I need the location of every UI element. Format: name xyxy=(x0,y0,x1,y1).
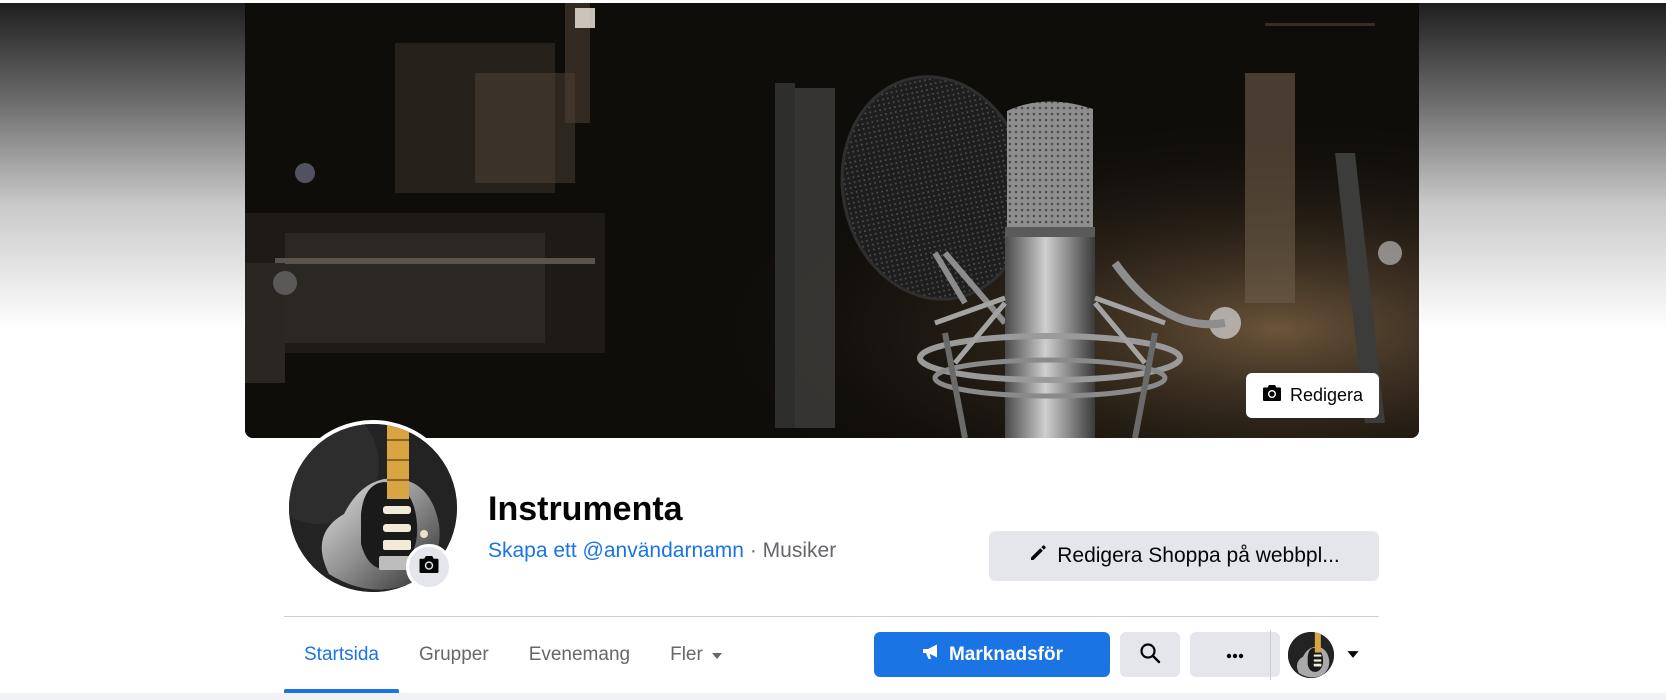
ellipsis-icon xyxy=(1226,647,1244,662)
edit-cover-label: Redigera xyxy=(1289,385,1364,405)
camera-icon xyxy=(1262,384,1282,407)
tab-fler[interactable]: Fler xyxy=(650,617,743,693)
edit-shop-website-label: Redigera Shoppa på webbpl... xyxy=(1057,544,1340,567)
switch-profile-button[interactable] xyxy=(1288,630,1368,680)
edit-shop-website-button[interactable]: Redigera Shoppa på webbpl... xyxy=(989,531,1379,581)
toolbar-separator xyxy=(1270,630,1271,680)
profile-mini-avatar xyxy=(1288,632,1334,678)
caret-down-icon xyxy=(1346,646,1360,664)
megaphone-icon xyxy=(921,643,941,667)
page-title: Instrumenta xyxy=(488,490,683,528)
edit-profile-picture-button[interactable] xyxy=(406,544,452,590)
promote-label: Marknadsför xyxy=(948,643,1064,665)
content-area-edge xyxy=(0,693,1666,700)
tab-label: Fler xyxy=(670,644,703,665)
pencil-icon xyxy=(1028,543,1048,569)
promote-button[interactable]: Marknadsför xyxy=(874,632,1110,677)
tab-label: Grupper xyxy=(418,644,489,665)
tab-evenemang[interactable]: Evenemang xyxy=(509,617,650,693)
caret-down-icon xyxy=(711,644,723,666)
cover-microphone-image xyxy=(245,3,1419,438)
tab-label: Startsida xyxy=(304,644,379,665)
search-icon xyxy=(1139,642,1161,667)
search-button[interactable] xyxy=(1120,632,1180,677)
guitar-thumbnail xyxy=(1288,632,1334,678)
tab-label: Evenemang xyxy=(528,644,631,665)
edit-cover-button[interactable]: Redigera xyxy=(1246,373,1379,418)
tab-startsida[interactable]: Startsida xyxy=(284,617,399,693)
cover-photo[interactable] xyxy=(245,3,1419,438)
page-subtitle: Skapa ett @användarnamn · Musiker xyxy=(488,539,836,563)
more-options-button[interactable] xyxy=(1190,632,1280,677)
separator-dot: · xyxy=(749,539,757,562)
create-username-link[interactable]: Skapa ett @användarnamn xyxy=(488,539,744,562)
tab-grupper[interactable]: Grupper xyxy=(399,617,509,693)
page-category: Musiker xyxy=(762,539,837,562)
page-tabs: Startsida Grupper Evenemang Fler xyxy=(284,617,743,693)
camera-icon xyxy=(418,555,440,579)
